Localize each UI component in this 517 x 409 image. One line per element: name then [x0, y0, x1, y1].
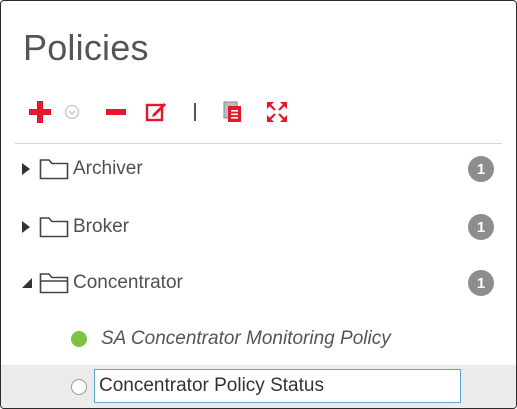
group-label: Archiver [73, 158, 143, 179]
remove-policy-button[interactable] [103, 93, 129, 131]
new-policy-item[interactable] [1, 365, 516, 408]
expand-icon [267, 102, 287, 122]
expand-arrow-icon[interactable] [21, 161, 33, 177]
count-badge: 1 [468, 270, 494, 296]
policies-toolbar [1, 93, 516, 133]
minus-icon [106, 109, 126, 115]
duplicate-policy-button[interactable] [219, 93, 247, 131]
edit-policy-button[interactable] [143, 93, 169, 131]
count-badge: 1 [468, 214, 494, 240]
group-label: Concentrator [73, 272, 183, 293]
folder-icon [39, 214, 69, 240]
tree-group-concentrator[interactable]: Concentrator 1 [1, 259, 516, 307]
policy-name-input[interactable] [94, 369, 461, 403]
edit-icon [145, 103, 166, 122]
panel-title: Policies [23, 27, 149, 68]
policies-panel: Policies Archiver 1 Broker 1 Concentrato… [0, 0, 517, 409]
toolbar-divider [15, 143, 502, 144]
expand-arrow-icon[interactable] [21, 219, 33, 235]
folder-open-icon [39, 270, 69, 296]
tree-group-archiver[interactable]: Archiver 1 [1, 145, 516, 193]
add-policy-button[interactable] [25, 93, 55, 131]
policy-item[interactable]: SA Concentrator Monitoring Policy [1, 315, 516, 363]
add-options-dropdown[interactable] [61, 93, 83, 131]
plus-icon [29, 101, 51, 123]
inactive-status-icon [71, 379, 87, 395]
collapse-arrow-icon[interactable] [21, 275, 33, 291]
duplicate-icon [223, 101, 241, 122]
expand-all-button[interactable] [263, 93, 291, 131]
toolbar-separator [194, 103, 196, 121]
folder-icon [39, 156, 69, 182]
tree-group-broker[interactable]: Broker 1 [1, 203, 516, 251]
chevron-down-circle-icon [64, 104, 80, 120]
count-badge: 1 [468, 156, 494, 182]
group-label: Broker [73, 216, 129, 237]
policy-label: SA Concentrator Monitoring Policy [101, 328, 391, 349]
active-status-icon [71, 331, 87, 347]
